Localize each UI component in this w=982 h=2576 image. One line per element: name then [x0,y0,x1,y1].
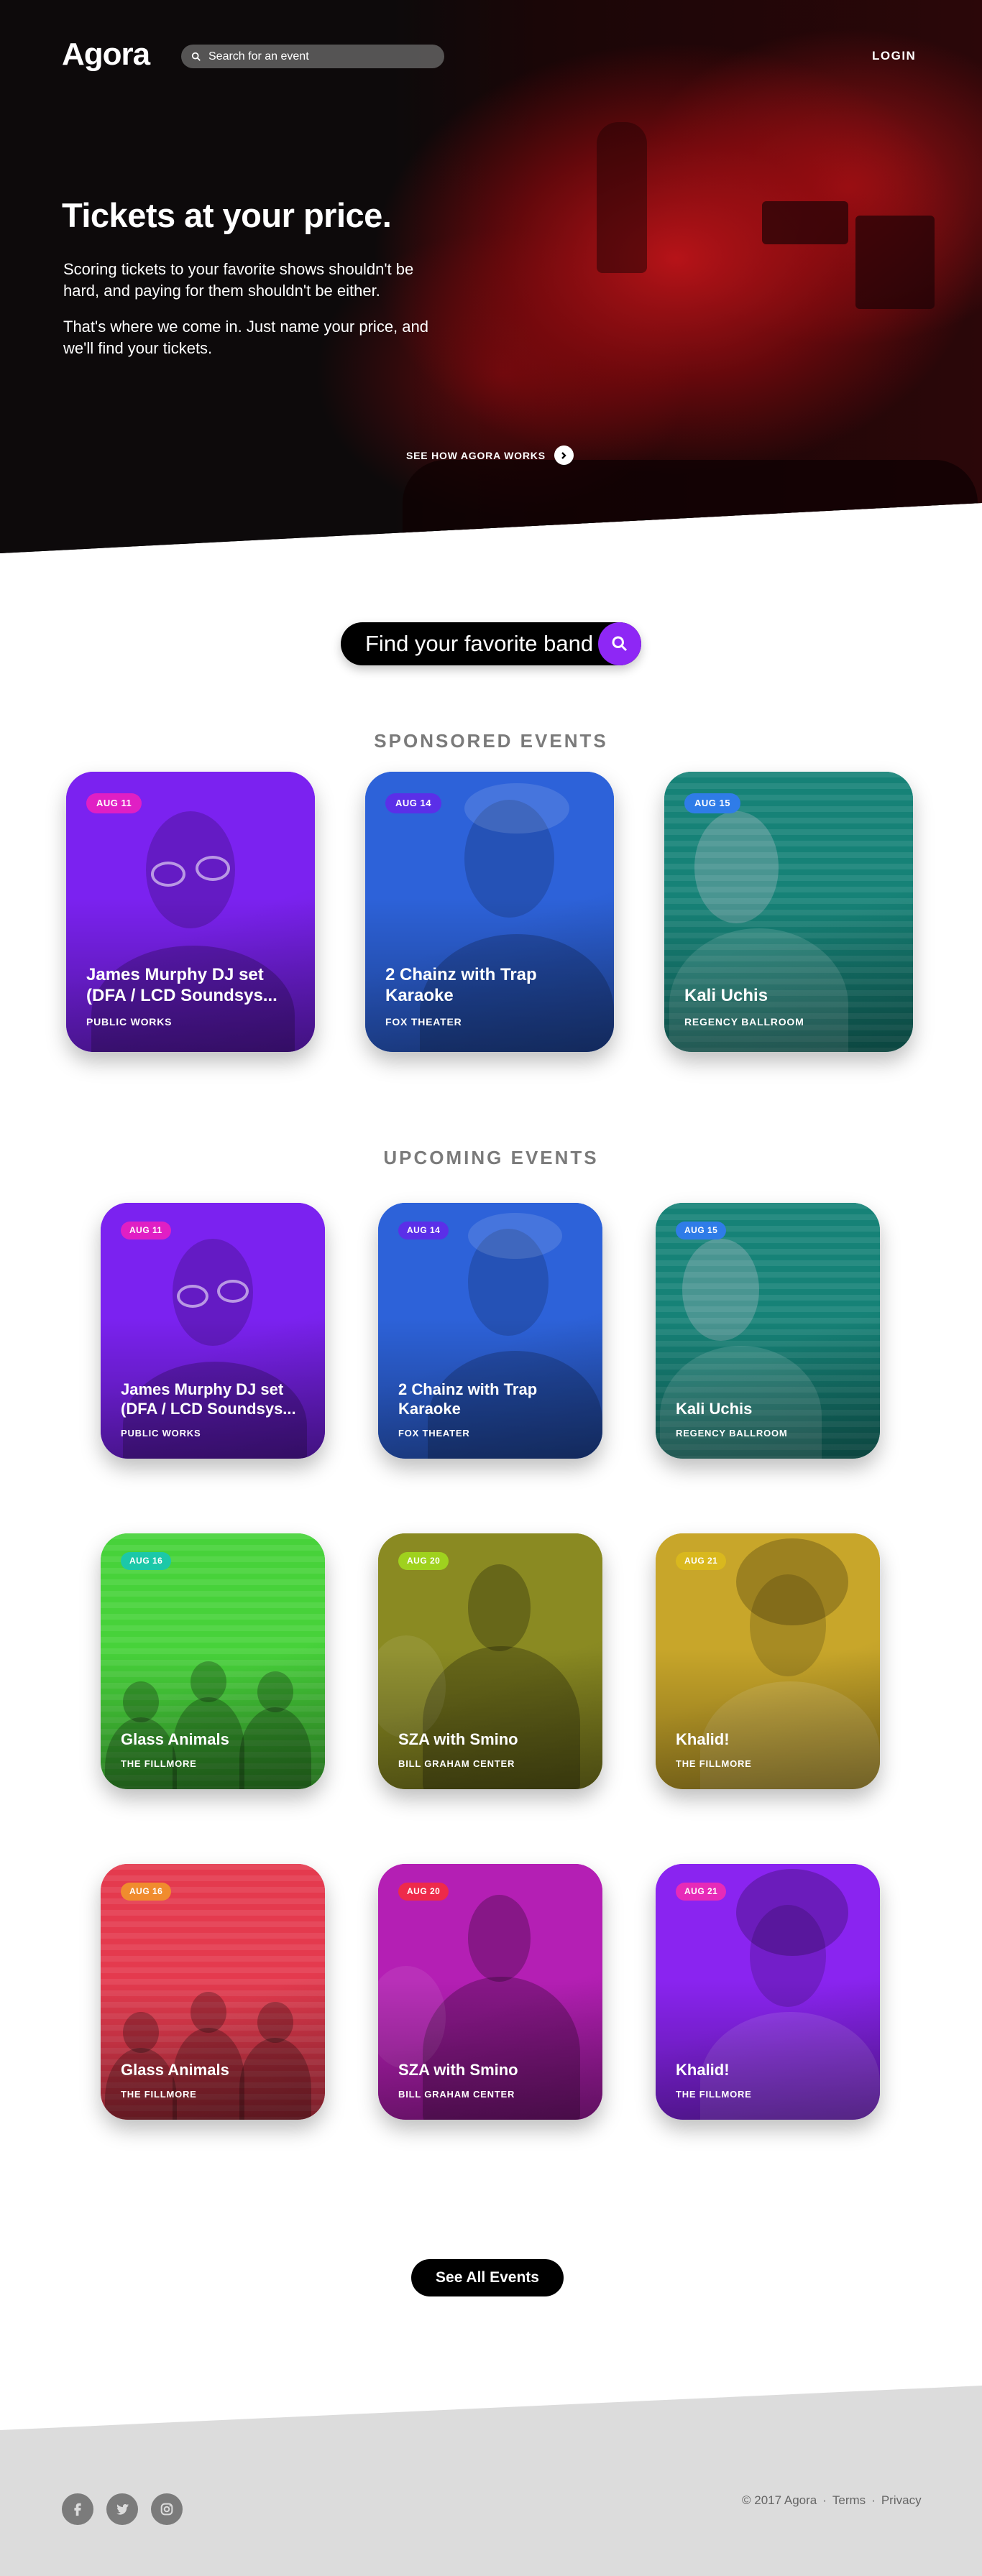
photo-gradient-overlay [101,1203,325,1459]
event-name: 2 Chainz with Trap Karaoke [398,1380,538,1418]
footer-links: © 2017 Agora · Terms · Privacy [742,2493,922,2508]
event-date-badge: AUG 21 [676,1883,727,1901]
instagram-icon[interactable] [151,2493,183,2525]
event-venue: REGENCY BALLROOM [676,1428,788,1439]
event-card[interactable]: AUG 21 Khalid! THE FILLMORE [656,1864,880,2120]
event-card[interactable]: AUG 15 Kali Uchis REGENCY BALLROOM [656,1203,880,1459]
photo-gradient-overlay [656,1864,880,2120]
event-date-badge: AUG 14 [398,1222,449,1239]
event-name: Glass Animals [121,2061,229,2079]
hero-paragraph: Scoring tickets to your favorite shows s… [63,260,414,300]
event-card[interactable]: AUG 20 SZA with Smino BILL GRAHAM CENTER [378,1864,602,2120]
search-placeholder: Search for an event [208,50,309,63]
photo-gradient-overlay [378,1864,602,2120]
search-icon [612,636,628,652]
band-search-placeholder: Find your favorite band [365,631,594,656]
event-venue: FOX THEATER [385,1016,462,1028]
copyright-text: © 2017 Agora [742,2493,817,2507]
event-venue: FOX THEATER [398,1428,470,1439]
footer-separator: · [822,2493,827,2507]
event-venue: PUBLIC WORKS [121,1428,201,1439]
event-name: 2 Chainz with Trap Karaoke [385,965,537,1005]
hero-section: Agora Search for an event LOGIN Tickets … [0,0,982,553]
event-card[interactable]: AUG 16 Glass Animals THE FILLMORE [101,1864,325,2120]
photo-gradient-overlay [378,1533,602,1789]
see-how-agora-works-link[interactable]: SEE HOW AGORA WORKS [406,446,574,465]
photo-gradient-overlay [101,1533,325,1789]
event-search-input[interactable]: Search for an event [181,45,444,68]
event-name: SZA with Smino [398,1730,518,1748]
event-date-badge: AUG 15 [676,1222,727,1239]
event-date-badge: AUG 11 [86,793,142,813]
event-venue: PUBLIC WORKS [86,1016,173,1028]
event-venue: THE FILLMORE [676,2089,752,2100]
footer [0,2386,982,2576]
see-all-events-button[interactable]: See All Events [411,2259,564,2296]
photo-gradient-overlay [656,1203,880,1459]
event-name: Khalid! [676,1730,730,1748]
event-date-badge: AUG 21 [676,1552,727,1570]
twitter-icon[interactable] [106,2493,138,2525]
event-card[interactable]: AUG 14 2 Chainz with Trap Karaoke FOX TH… [365,772,614,1052]
amplifier-shape [855,216,935,309]
event-venue: THE FILLMORE [676,1758,752,1769]
hero-title: Tickets at your price. [62,196,392,234]
page: Agora Search for an event LOGIN Tickets … [0,0,982,2576]
event-date-badge: AUG 16 [121,1552,172,1570]
footer-separator: · [871,2493,876,2507]
event-card[interactable]: AUG 20 SZA with Smino BILL GRAHAM CENTER [378,1533,602,1789]
event-name: SZA with Smino [398,2061,518,2079]
event-card[interactable]: AUG 16 Glass Animals THE FILLMORE [101,1533,325,1789]
privacy-link[interactable]: Privacy [881,2493,922,2508]
event-card[interactable]: AUG 14 2 Chainz with Trap Karaoke FOX TH… [378,1203,602,1459]
event-card[interactable]: AUG 21 Khalid! THE FILLMORE [656,1533,880,1789]
facebook-icon[interactable] [62,2493,93,2525]
band-search-input[interactable]: Find your favorite band [341,622,641,665]
event-name: Glass Animals [121,1730,229,1748]
event-venue: THE FILLMORE [121,2089,197,2100]
event-card[interactable]: AUG 11 James Murphy DJ set (DFA / LCD So… [66,772,315,1052]
photo-gradient-overlay [365,772,614,1052]
photo-gradient-overlay [378,1203,602,1459]
agora-logo[interactable]: Agora [62,32,150,78]
terms-link[interactable]: Terms [832,2493,866,2508]
event-name: Khalid! [676,2061,730,2079]
search-icon [191,52,201,61]
event-venue: THE FILLMORE [121,1758,197,1769]
amplifier-shape [762,201,848,244]
event-date-badge: AUG 11 [121,1222,171,1239]
event-venue: BILL GRAHAM CENTER [398,1758,515,1769]
how-link-label: SEE HOW AGORA WORKS [406,449,546,461]
event-name: Kali Uchis [676,1400,753,1418]
event-date-badge: AUG 14 [385,793,441,813]
hero-paragraph: That's where we come in. Just name your … [63,318,428,357]
photo-gradient-overlay [656,1533,880,1789]
chevron-right-icon [554,446,574,465]
photo-gradient-overlay [101,1864,325,2120]
sponsored-events-heading: SPONSORED EVENTS [374,730,608,752]
event-venue: REGENCY BALLROOM [684,1016,804,1028]
event-venue: BILL GRAHAM CENTER [398,2089,515,2100]
crowd-silhouette [403,460,978,553]
event-name: Kali Uchis [684,986,768,1005]
event-date-badge: AUG 16 [121,1883,172,1901]
event-card[interactable]: AUG 15 Kali Uchis REGENCY BALLROOM [664,772,913,1052]
login-link[interactable]: LOGIN [872,49,916,63]
event-date-badge: AUG 15 [684,793,740,813]
upcoming-events-heading: UPCOMING EVENTS [383,1147,599,1168]
band-search-button[interactable] [598,622,641,665]
event-card[interactable]: AUG 11 James Murphy DJ set (DFA / LCD So… [101,1203,325,1459]
photo-gradient-overlay [664,772,913,1052]
event-date-badge: AUG 20 [398,1883,449,1901]
performer-silhouette [597,122,647,273]
photo-gradient-overlay [66,772,315,1052]
event-name: James Murphy DJ set (DFA / LCD Soundsys.… [86,965,277,1005]
event-date-badge: AUG 20 [398,1552,449,1570]
event-name: James Murphy DJ set (DFA / LCD Soundsys.… [121,1380,296,1418]
